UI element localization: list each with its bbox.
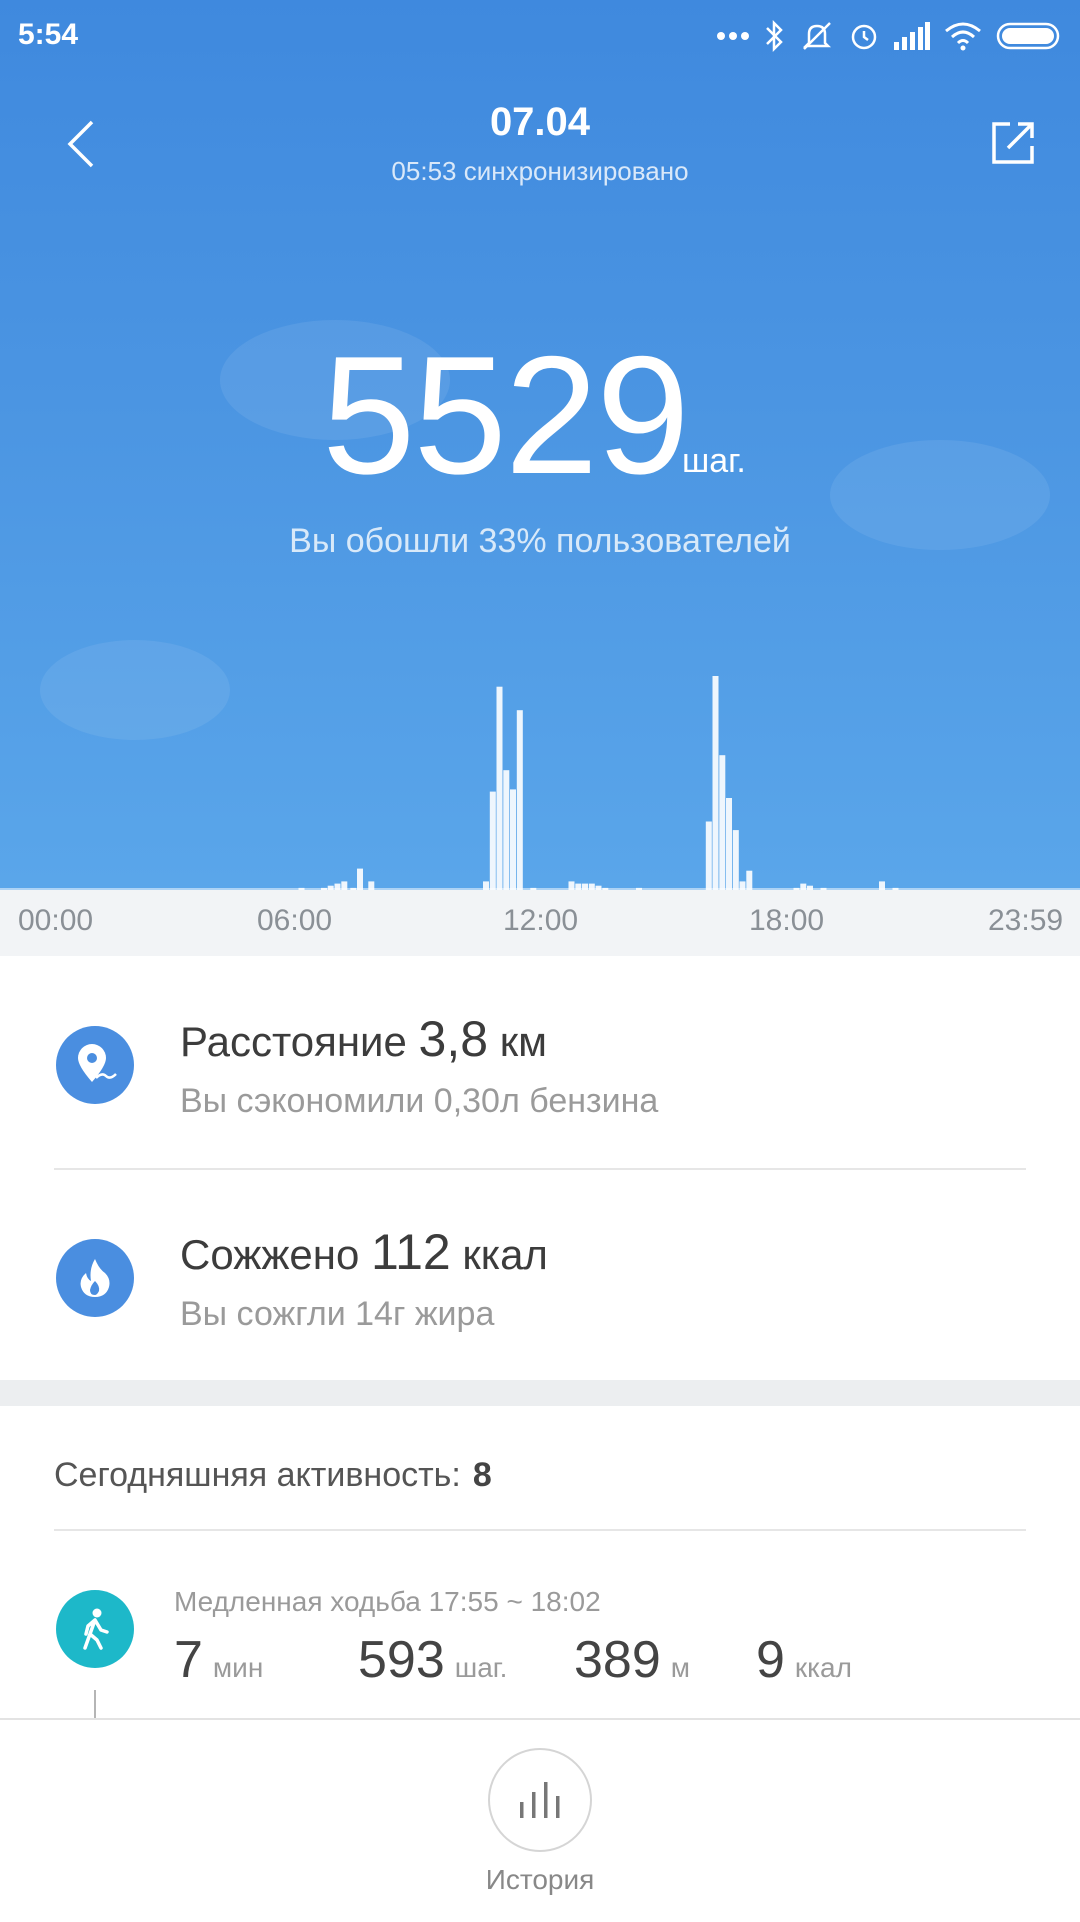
step-bar <box>341 881 348 890</box>
distance-stat[interactable]: Расстояние 3,8 км Вы сэкономили 0,30л бе… <box>0 958 1080 1168</box>
distance-label: Расстояние <box>180 1018 407 1065</box>
calories-label: Сожжено <box>180 1231 360 1278</box>
steps-unit-label: шаг. <box>454 1652 508 1683</box>
steps-chart[interactable] <box>0 660 1080 890</box>
activity-distance-value: 389 <box>574 1631 661 1689</box>
step-bar <box>510 789 516 890</box>
step-bar <box>503 770 510 890</box>
step-bar <box>496 686 503 890</box>
step-bar <box>357 868 363 890</box>
step-bar <box>516 710 523 890</box>
activity-calories-unit: ккал <box>794 1652 852 1683</box>
section-separator <box>0 1380 1080 1406</box>
flame-icon <box>56 1239 134 1317</box>
signal-icon <box>894 22 930 50</box>
calories-value: 112 <box>371 1224 451 1280</box>
distance-value: 3,8 <box>418 1011 489 1067</box>
date-title: 07.04 <box>489 100 591 144</box>
duration-value: 7 <box>174 1631 203 1689</box>
bar-chart-icon <box>520 1782 560 1818</box>
step-bar <box>732 830 739 890</box>
calories-stat[interactable]: Сожжено 112 ккал Вы сожгли 14г жира <box>0 1171 1080 1381</box>
activity-steps: 593 шаг. <box>358 1630 507 1690</box>
share-button[interactable] <box>980 110 1046 176</box>
wifi-icon <box>944 21 982 51</box>
distance-sub: Вы сэкономили 0,30л бензина <box>180 1082 659 1120</box>
divider <box>54 1529 1026 1531</box>
timeline-connector <box>94 1690 96 1720</box>
calories-main: Сожжено 112 ккал <box>180 1223 548 1281</box>
status-time: 5:54 <box>18 18 79 51</box>
step-bar <box>726 798 732 890</box>
bottom-bar: История <box>0 1718 1080 1922</box>
location-pin-icon <box>56 1026 134 1104</box>
steps-value: 593 <box>358 1631 445 1689</box>
activity-title: Медленная ходьба 17:55 ~ 18:02 <box>174 1586 601 1617</box>
activity-distance-unit: м <box>670 1652 691 1683</box>
step-bar <box>489 791 496 890</box>
battery-icon <box>996 21 1062 51</box>
step-bar <box>568 881 575 890</box>
calories-unit: ккал <box>462 1231 548 1278</box>
tick-label: 12:00 <box>503 904 579 937</box>
step-bar <box>712 676 719 890</box>
step-bar <box>746 870 753 890</box>
step-bar <box>483 881 489 890</box>
activity-count: 8 <box>472 1456 492 1494</box>
bluetooth-icon <box>764 19 786 53</box>
alarm-icon <box>848 20 880 52</box>
tick-label: 18:00 <box>749 904 825 937</box>
hero-panel: 5:54 07.04 05:53 синхронизировано 5529 ш… <box>0 0 1080 890</box>
tick-label: 23:59 <box>988 904 1064 937</box>
history-button[interactable] <box>488 1748 592 1852</box>
step-bar <box>879 881 885 890</box>
activity-header: Сегодняшняя активность: 8 <box>54 1456 492 1495</box>
steps-summary: 5529 шаг. <box>0 330 1080 500</box>
activity-calories: 9 ккал <box>756 1630 852 1690</box>
history-label: История <box>485 1864 595 1895</box>
tick-label: 06:00 <box>257 904 333 937</box>
activity-calories-value: 9 <box>756 1631 785 1689</box>
duration-unit: мин <box>212 1652 264 1683</box>
walking-person-icon <box>56 1590 134 1668</box>
status-bar: 5:54 <box>0 0 1080 74</box>
more-dots-icon <box>716 31 750 41</box>
mute-icon <box>800 19 834 53</box>
status-icons <box>716 14 1062 58</box>
step-bar <box>368 881 375 890</box>
step-bar <box>705 821 712 890</box>
sync-status: 05:53 синхронизировано <box>391 156 689 186</box>
tick-label: 00:00 <box>18 904 94 937</box>
distance-main: Расстояние 3,8 км <box>180 1010 547 1068</box>
step-bar <box>739 881 746 890</box>
distance-unit: км <box>499 1018 547 1065</box>
activity-duration: 7 мин <box>174 1630 263 1690</box>
rank-text: Вы обошли 33% пользователей <box>289 522 791 560</box>
top-bar: 07.04 05:53 синхронизировано <box>0 74 1080 224</box>
steps-count: 5529 <box>322 321 690 509</box>
share-icon <box>992 122 1034 164</box>
calories-sub: Вы сожгли 14г жира <box>180 1295 495 1333</box>
step-bar <box>719 755 726 890</box>
divider <box>54 1168 1026 1170</box>
steps-unit: шаг. <box>682 442 746 480</box>
activity-distance: 389 м <box>574 1630 690 1690</box>
chart-time-axis: 00:00 06:00 12:00 18:00 23:59 <box>0 890 1080 956</box>
activity-header-label: Сегодняшняя активность: <box>54 1456 461 1494</box>
